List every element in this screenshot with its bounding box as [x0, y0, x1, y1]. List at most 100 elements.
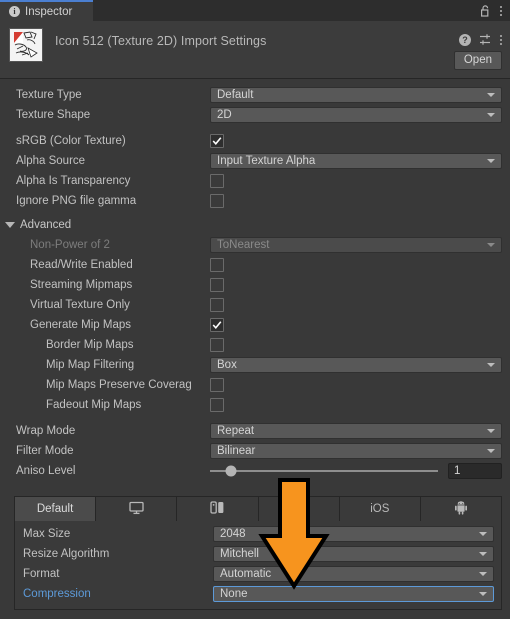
- label-aniso-level: Aniso Level: [16, 465, 76, 477]
- label-mip-maps-preserve-coverage: Mip Maps Preserve Coverag: [46, 379, 192, 391]
- dropdown-resize-algorithm-value: Mitchell: [220, 548, 259, 560]
- checkbox-alpha-is-transparency[interactable]: [210, 174, 224, 188]
- row-generate-mip-maps: Generate Mip Maps: [0, 315, 510, 335]
- dropdown-non-power-of-2[interactable]: ToNearest: [210, 237, 502, 253]
- chevron-down-icon: [487, 449, 495, 453]
- tab-default-label: Default: [36, 503, 74, 515]
- chevron-down-icon: [479, 592, 487, 596]
- label-alpha-source: Alpha Source: [16, 155, 86, 167]
- dropdown-texture-shape[interactable]: 2D: [210, 107, 502, 123]
- checkbox-border-mip-maps[interactable]: [210, 338, 224, 352]
- dropdown-alpha-source-value: Input Texture Alpha: [217, 155, 316, 167]
- dropdown-compression[interactable]: None: [213, 586, 494, 602]
- dropdown-max-size[interactable]: 2048: [213, 526, 494, 542]
- checkbox-fadeout-mip-maps[interactable]: [210, 398, 224, 412]
- dropdown-format[interactable]: Automatic: [213, 566, 494, 582]
- dropdown-wrap-mode[interactable]: Repeat: [210, 423, 502, 439]
- checkbox-srgb[interactable]: [210, 134, 224, 148]
- kebab-menu-icon[interactable]: [500, 34, 502, 45]
- row-texture-shape: Texture Shape 2D: [0, 105, 510, 125]
- row-alpha-is-transparency: Alpha Is Transparency: [0, 171, 510, 191]
- chevron-down-icon: [487, 363, 495, 367]
- chevron-down-icon: [487, 429, 495, 433]
- label-mip-map-filtering: Mip Map Filtering: [46, 359, 135, 371]
- info-icon: i: [9, 6, 20, 17]
- row-non-power-of-2: Non-Power of 2 ToNearest: [0, 235, 510, 255]
- tab-inspector[interactable]: i Inspector: [0, 0, 93, 21]
- android-icon: [454, 500, 468, 518]
- row-aniso-level: Aniso Level 1: [0, 461, 510, 481]
- tab-playstation[interactable]: [258, 497, 340, 521]
- chevron-down-icon: [479, 552, 487, 556]
- tab-default[interactable]: Default: [15, 497, 97, 521]
- chevron-down-icon: [487, 113, 495, 117]
- kebab-menu-icon[interactable]: [500, 5, 502, 16]
- checkbox-read-write-enabled[interactable]: [210, 258, 224, 272]
- label-filter-mode: Filter Mode: [16, 445, 74, 457]
- label-wrap-mode: Wrap Mode: [16, 425, 76, 437]
- triangle-down-icon: [5, 221, 15, 228]
- tab-ios[interactable]: iOS: [339, 497, 421, 521]
- label-texture-type: Texture Type: [16, 89, 82, 101]
- label-compression: Compression: [23, 588, 91, 600]
- row-format: Format Automatic: [15, 564, 501, 584]
- switch-icon: [210, 501, 225, 517]
- row-mip-maps-preserve-coverage: Mip Maps Preserve Coverag: [0, 375, 510, 395]
- label-non-power-of-2: Non-Power of 2: [30, 239, 110, 251]
- tab-android[interactable]: [420, 497, 502, 521]
- checkbox-mip-maps-preserve-coverage[interactable]: [210, 378, 224, 392]
- label-resize-algorithm: Resize Algorithm: [23, 548, 110, 560]
- window-tabstrip: i Inspector: [0, 0, 510, 21]
- row-max-size: Max Size 2048: [15, 524, 501, 544]
- asset-header: Icon 512 (Texture 2D) Import Settings ?: [0, 21, 510, 79]
- dropdown-texture-shape-value: 2D: [217, 109, 232, 121]
- dropdown-compression-value: None: [220, 588, 248, 600]
- checkbox-ignore-png-gamma[interactable]: [210, 194, 224, 208]
- help-icon[interactable]: ?: [459, 33, 471, 46]
- dropdown-texture-type-value: Default: [217, 89, 254, 101]
- row-resize-algorithm: Resize Algorithm Mitchell: [15, 544, 501, 564]
- chevron-down-icon: [479, 532, 487, 536]
- platform-settings-panel: Default iOS Max Size 2048 Resize Algorit…: [14, 496, 502, 610]
- lock-open-icon[interactable]: [480, 4, 491, 17]
- dropdown-non-power-of-2-value: ToNearest: [217, 239, 270, 251]
- tab-switch[interactable]: [177, 497, 259, 521]
- platform-tabbar: Default iOS: [15, 497, 502, 521]
- dropdown-max-size-value: 2048: [220, 528, 246, 540]
- dropdown-resize-algorithm[interactable]: Mitchell: [213, 546, 494, 562]
- dropdown-alpha-source[interactable]: Input Texture Alpha: [210, 153, 502, 169]
- row-srgb: sRGB (Color Texture): [0, 131, 510, 151]
- row-fadeout-mip-maps: Fadeout Mip Maps: [0, 395, 510, 415]
- row-border-mip-maps: Border Mip Maps: [0, 335, 510, 355]
- dropdown-filter-mode[interactable]: Bilinear: [210, 443, 502, 459]
- aniso-slider[interactable]: [210, 465, 438, 477]
- checkbox-streaming-mipmaps[interactable]: [210, 278, 224, 292]
- label-generate-mip-maps: Generate Mip Maps: [30, 319, 131, 331]
- row-virtual-texture-only: Virtual Texture Only: [0, 295, 510, 315]
- preset-sliders-icon[interactable]: [479, 33, 492, 46]
- tab-standalone[interactable]: [96, 497, 178, 521]
- aniso-slider-handle[interactable]: [225, 465, 237, 477]
- inspector-window: i Inspector Icon 512 (Texture 2D) Import…: [0, 0, 510, 619]
- label-virtual-texture-only: Virtual Texture Only: [30, 299, 130, 311]
- tab-ios-label: iOS: [370, 503, 390, 515]
- open-button[interactable]: Open: [453, 51, 502, 70]
- label-ignore-png-gamma: Ignore PNG file gamma: [16, 195, 137, 207]
- row-alpha-source: Alpha Source Input Texture Alpha: [0, 151, 510, 171]
- dropdown-filter-mode-value: Bilinear: [217, 445, 256, 457]
- dropdown-mip-map-filtering[interactable]: Box: [210, 357, 502, 373]
- foldout-advanced[interactable]: Advanced: [0, 214, 510, 235]
- row-filter-mode: Filter Mode Bilinear: [0, 441, 510, 461]
- row-texture-type: Texture Type Default: [0, 85, 510, 105]
- label-streaming-mipmaps: Streaming Mipmaps: [30, 279, 133, 291]
- checkbox-virtual-texture-only[interactable]: [210, 298, 224, 312]
- checkbox-generate-mip-maps[interactable]: [210, 318, 224, 332]
- aniso-level-input[interactable]: 1: [448, 463, 502, 479]
- label-srgb: sRGB (Color Texture): [16, 135, 126, 147]
- row-mip-map-filtering: Mip Map Filtering Box: [0, 355, 510, 375]
- dropdown-texture-type[interactable]: Default: [210, 87, 502, 103]
- asset-header-actions: ?: [459, 28, 502, 46]
- label-format: Format: [23, 568, 60, 580]
- window-tabstrip-actions: [480, 0, 510, 21]
- monitor-icon: [129, 501, 144, 518]
